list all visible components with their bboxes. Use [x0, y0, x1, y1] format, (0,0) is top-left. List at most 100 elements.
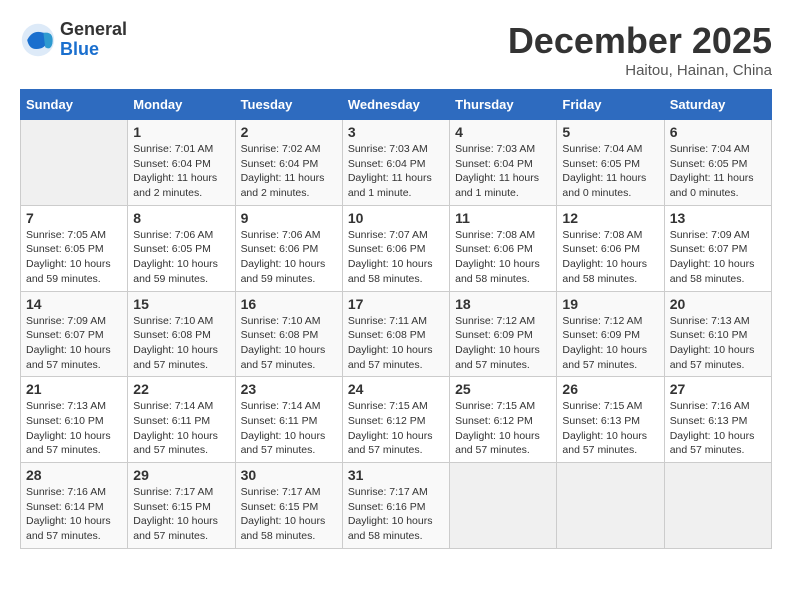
calendar-cell: 11Sunrise: 7:08 AM Sunset: 6:06 PM Dayli…	[450, 205, 557, 291]
calendar-week-row: 1Sunrise: 7:01 AM Sunset: 6:04 PM Daylig…	[21, 120, 772, 206]
calendar-week-row: 21 Sunrise: 7:13 AM Sunset: 6:10 PM Dayli…	[21, 377, 772, 463]
day-number: 18	[455, 296, 551, 312]
day-number: 30	[241, 467, 337, 483]
calendar-cell: 24 Sunrise: 7:15 AM Sunset: 6:12 PM Dayli…	[342, 377, 449, 463]
day-info: Sunrise: 7:10 AM Sunset: 6:08 PM Dayligh…	[241, 314, 337, 373]
calendar-cell: 4 Sunrise: 7:03 AM Sunset: 6:04 PM Daylig…	[450, 120, 557, 206]
day-number: 13	[670, 210, 766, 226]
day-info: Sunrise: 7:06 AM Sunset: 6:05 PM Dayligh…	[133, 228, 229, 287]
day-number: 1	[133, 124, 229, 140]
day-info: Sunrise: 7:02 AM Sunset: 6:04 PM Dayligh…	[241, 142, 337, 201]
day-number: 27	[670, 381, 766, 397]
logo-blue-text: Blue	[60, 40, 127, 60]
day-info: Sunrise: 7:17 AM Sunset: 6:15 PM Dayligh…	[133, 485, 229, 544]
calendar-cell	[450, 463, 557, 549]
day-number: 9	[241, 210, 337, 226]
day-info: Sunrise: 7:12 AM Sunset: 6:09 PM Dayligh…	[562, 314, 658, 373]
day-number: 6	[670, 124, 766, 140]
day-number: 24	[348, 381, 444, 397]
day-info: Sunrise: 7:07 AM Sunset: 6:06 PM Dayligh…	[348, 228, 444, 287]
calendar-cell: 28 Sunrise: 7:16 AM Sunset: 6:14 PM Dayli…	[21, 463, 128, 549]
header-thursday: Thursday	[450, 90, 557, 120]
calendar-cell: 29 Sunrise: 7:17 AM Sunset: 6:15 PM Dayli…	[128, 463, 235, 549]
calendar-cell: 20Sunrise: 7:13 AM Sunset: 6:10 PM Dayli…	[664, 291, 771, 377]
calendar-cell: 19 Sunrise: 7:12 AM Sunset: 6:09 PM Dayli…	[557, 291, 664, 377]
day-info: Sunrise: 7:03 AM Sunset: 6:04 PM Dayligh…	[348, 142, 444, 201]
calendar-cell: 23 Sunrise: 7:14 AM Sunset: 6:11 PM Dayli…	[235, 377, 342, 463]
month-title: December 2025	[508, 20, 772, 62]
day-info: Sunrise: 7:17 AM Sunset: 6:16 PM Dayligh…	[348, 485, 444, 544]
calendar-cell: 31 Sunrise: 7:17 AM Sunset: 6:16 PM Dayli…	[342, 463, 449, 549]
calendar-cell: 15 Sunrise: 7:10 AM Sunset: 6:08 PM Dayli…	[128, 291, 235, 377]
header-sunday: Sunday	[21, 90, 128, 120]
calendar-week-row: 7 Sunrise: 7:05 AM Sunset: 6:05 PM Daylig…	[21, 205, 772, 291]
location-text: Haitou, Hainan, China	[508, 62, 772, 79]
day-number: 5	[562, 124, 658, 140]
calendar-week-row: 28 Sunrise: 7:16 AM Sunset: 6:14 PM Dayli…	[21, 463, 772, 549]
day-info: Sunrise: 7:04 AM Sunset: 6:05 PM Dayligh…	[562, 142, 658, 201]
day-info: Sunrise: 7:13 AM Sunset: 6:10 PM Dayligh…	[26, 399, 122, 458]
calendar-cell: 8 Sunrise: 7:06 AM Sunset: 6:05 PM Daylig…	[128, 205, 235, 291]
day-info: Sunrise: 7:16 AM Sunset: 6:14 PM Dayligh…	[26, 485, 122, 544]
day-number: 14	[26, 296, 122, 312]
day-number: 31	[348, 467, 444, 483]
day-info: Sunrise: 7:09 AM Sunset: 6:07 PM Dayligh…	[670, 228, 766, 287]
day-number: 17	[348, 296, 444, 312]
day-info: Sunrise: 7:15 AM Sunset: 6:13 PM Dayligh…	[562, 399, 658, 458]
calendar-cell: 6 Sunrise: 7:04 AM Sunset: 6:05 PM Daylig…	[664, 120, 771, 206]
day-number: 28	[26, 467, 122, 483]
day-number: 19	[562, 296, 658, 312]
calendar-cell: 5 Sunrise: 7:04 AM Sunset: 6:05 PM Daylig…	[557, 120, 664, 206]
header-wednesday: Wednesday	[342, 90, 449, 120]
logo: General Blue	[20, 20, 127, 60]
calendar-cell: 7 Sunrise: 7:05 AM Sunset: 6:05 PM Daylig…	[21, 205, 128, 291]
day-number: 23	[241, 381, 337, 397]
day-info: Sunrise: 7:11 AM Sunset: 6:08 PM Dayligh…	[348, 314, 444, 373]
day-info: Sunrise: 7:08 AM Sunset: 6:06 PM Dayligh…	[562, 228, 658, 287]
calendar-week-row: 14Sunrise: 7:09 AM Sunset: 6:07 PM Dayli…	[21, 291, 772, 377]
calendar-cell: 21 Sunrise: 7:13 AM Sunset: 6:10 PM Dayli…	[21, 377, 128, 463]
calendar-header-row: SundayMondayTuesdayWednesdayThursdayFrid…	[21, 90, 772, 120]
calendar-cell: 27Sunrise: 7:16 AM Sunset: 6:13 PM Dayli…	[664, 377, 771, 463]
day-info: Sunrise: 7:05 AM Sunset: 6:05 PM Dayligh…	[26, 228, 122, 287]
day-info: Sunrise: 7:14 AM Sunset: 6:11 PM Dayligh…	[133, 399, 229, 458]
calendar-cell: 13 Sunrise: 7:09 AM Sunset: 6:07 PM Dayli…	[664, 205, 771, 291]
day-info: Sunrise: 7:03 AM Sunset: 6:04 PM Dayligh…	[455, 142, 551, 201]
calendar-cell	[557, 463, 664, 549]
header-friday: Friday	[557, 90, 664, 120]
calendar-cell: 16 Sunrise: 7:10 AM Sunset: 6:08 PM Dayli…	[235, 291, 342, 377]
title-area: December 2025 Haitou, Hainan, China	[508, 20, 772, 79]
calendar-cell: 25Sunrise: 7:15 AM Sunset: 6:12 PM Dayli…	[450, 377, 557, 463]
day-number: 12	[562, 210, 658, 226]
day-info: Sunrise: 7:15 AM Sunset: 6:12 PM Dayligh…	[348, 399, 444, 458]
calendar-cell: 9Sunrise: 7:06 AM Sunset: 6:06 PM Daylig…	[235, 205, 342, 291]
calendar-cell	[664, 463, 771, 549]
day-info: Sunrise: 7:17 AM Sunset: 6:15 PM Dayligh…	[241, 485, 337, 544]
day-number: 7	[26, 210, 122, 226]
day-number: 25	[455, 381, 551, 397]
day-number: 21	[26, 381, 122, 397]
header-tuesday: Tuesday	[235, 90, 342, 120]
logo-icon	[20, 22, 56, 58]
day-info: Sunrise: 7:10 AM Sunset: 6:08 PM Dayligh…	[133, 314, 229, 373]
calendar-cell: 10Sunrise: 7:07 AM Sunset: 6:06 PM Dayli…	[342, 205, 449, 291]
day-number: 4	[455, 124, 551, 140]
day-info: Sunrise: 7:04 AM Sunset: 6:05 PM Dayligh…	[670, 142, 766, 201]
calendar-table: SundayMondayTuesdayWednesdayThursdayFrid…	[20, 89, 772, 549]
page-header: General Blue December 2025 Haitou, Haina…	[20, 20, 772, 79]
day-info: Sunrise: 7:14 AM Sunset: 6:11 PM Dayligh…	[241, 399, 337, 458]
calendar-cell: 26Sunrise: 7:15 AM Sunset: 6:13 PM Dayli…	[557, 377, 664, 463]
day-number: 3	[348, 124, 444, 140]
calendar-cell: 3 Sunrise: 7:03 AM Sunset: 6:04 PM Daylig…	[342, 120, 449, 206]
day-number: 22	[133, 381, 229, 397]
day-number: 8	[133, 210, 229, 226]
day-number: 15	[133, 296, 229, 312]
calendar-cell: 1Sunrise: 7:01 AM Sunset: 6:04 PM Daylig…	[128, 120, 235, 206]
day-number: 2	[241, 124, 337, 140]
day-number: 29	[133, 467, 229, 483]
calendar-cell: 14Sunrise: 7:09 AM Sunset: 6:07 PM Dayli…	[21, 291, 128, 377]
calendar-cell: 22 Sunrise: 7:14 AM Sunset: 6:11 PM Dayli…	[128, 377, 235, 463]
logo-general-text: General	[60, 20, 127, 40]
day-number: 16	[241, 296, 337, 312]
day-info: Sunrise: 7:08 AM Sunset: 6:06 PM Dayligh…	[455, 228, 551, 287]
